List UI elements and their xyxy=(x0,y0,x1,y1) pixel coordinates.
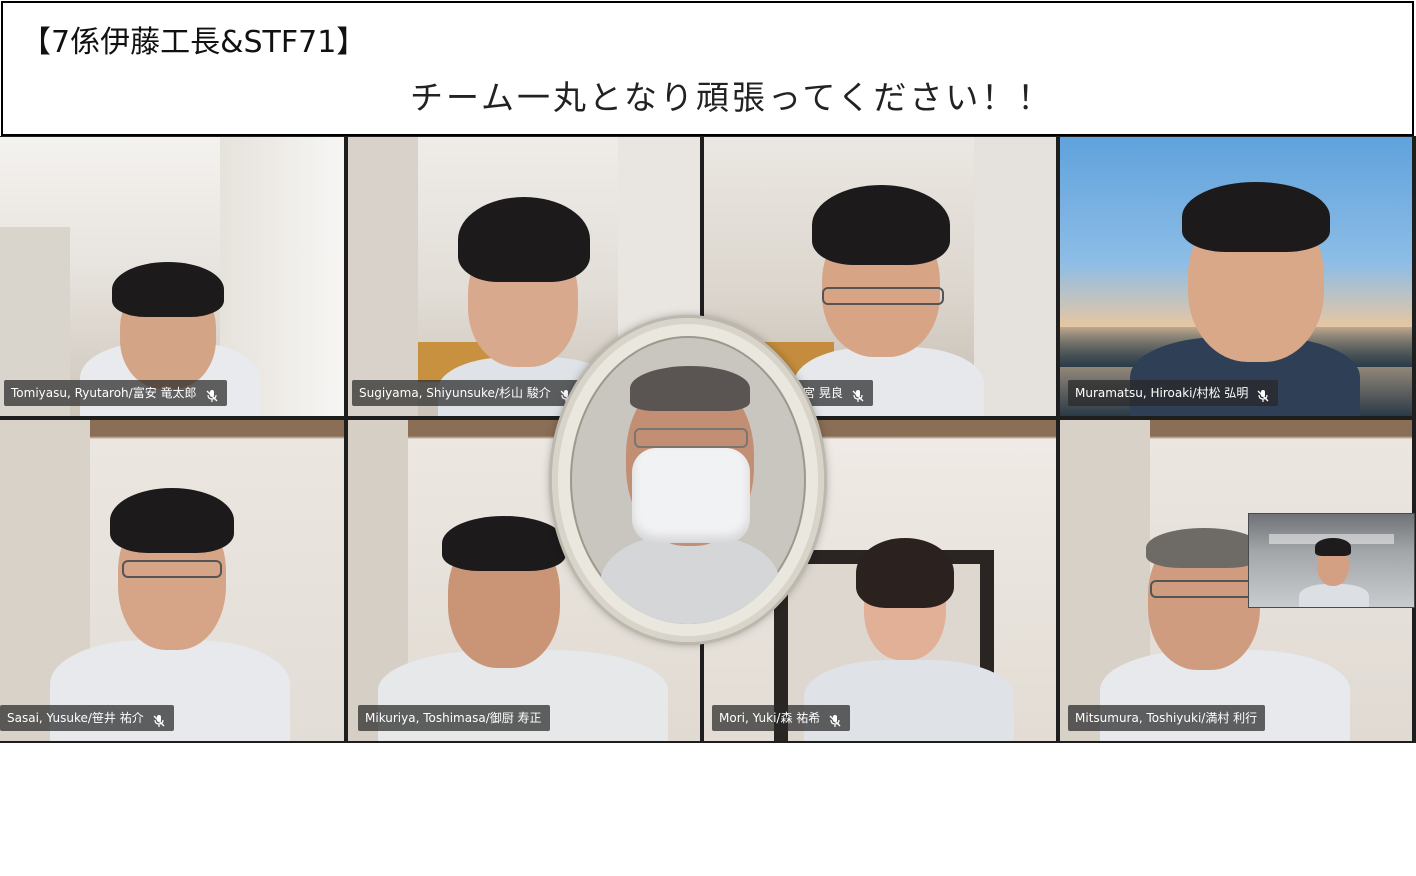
video-tile[interactable]: Muramatsu, Hiroaki/村松 弘明 xyxy=(1060,137,1412,416)
participant-body xyxy=(600,536,780,624)
participant-glasses xyxy=(122,560,222,578)
participant-glasses xyxy=(1150,580,1262,598)
header-message: チーム一丸となり頑張ってください！！ xyxy=(410,78,1054,117)
header-title: 【7係伊藤工長&STF71】 xyxy=(21,25,367,60)
participant-name-label: Mori, Yuki/森 祐希 xyxy=(712,705,851,731)
participant-name-label: Muramatsu, Hiroaki/村松 弘明 xyxy=(1068,380,1279,406)
participant-hair xyxy=(1182,182,1330,252)
participant-name: 宮 晃良 xyxy=(803,386,843,400)
participant-hair xyxy=(856,538,954,608)
participant-name: Mikuriya, Toshimasa/御厨 寿正 xyxy=(365,711,542,725)
participant-name: Tomiyasu, Ryutaroh/富安 竜太郎 xyxy=(11,386,197,400)
face-mask xyxy=(632,448,750,543)
microphone-muted-icon xyxy=(828,711,842,727)
microphone-muted-icon xyxy=(851,386,865,402)
participant-name-label: Sasai, Yusuke/笹井 祐介 xyxy=(0,705,174,731)
participant-hair xyxy=(1146,528,1262,568)
oval-photo-frame xyxy=(552,318,824,642)
video-tile[interactable]: Tomiyasu, Ryutaroh/富安 竜太郎 xyxy=(0,137,344,416)
participant-name-label: Tomiyasu, Ryutaroh/富安 竜太郎 xyxy=(4,380,227,406)
participant-hair xyxy=(442,516,566,571)
video-tile[interactable]: Sasai, Yusuke/笹井 祐介 xyxy=(0,420,344,741)
participant-name-label: Mikuriya, Toshimasa/御厨 寿正 xyxy=(358,705,550,731)
microphone-muted-icon xyxy=(152,711,166,727)
participant-name: Mitsumura, Toshiyuki/満村 利行 xyxy=(1075,711,1258,725)
oval-photo xyxy=(570,336,806,624)
participant-name-label: Sugiyama, Shiyunsuke/杉山 駿介 xyxy=(352,380,581,406)
participant-hair xyxy=(112,262,224,317)
microphone-muted-icon xyxy=(205,386,219,402)
participant-name: Sasai, Yusuke/笹井 祐介 xyxy=(7,711,144,725)
participant-glasses xyxy=(822,287,944,305)
participant-name: Sugiyama, Shiyunsuke/杉山 駿介 xyxy=(359,386,551,400)
header-banner: 【7係伊藤工長&STF71】 チーム一丸となり頑張ってください！！ xyxy=(1,1,1414,136)
participant-hair xyxy=(812,185,950,265)
microphone-muted-icon xyxy=(1256,386,1270,402)
participant-hair xyxy=(630,366,750,411)
self-view-video[interactable] xyxy=(1248,513,1415,608)
participant-name: Mori, Yuki/森 祐希 xyxy=(719,711,821,725)
participant-hair xyxy=(110,488,234,553)
participant-hair xyxy=(458,197,590,282)
meeting-screenshot: 【7係伊藤工長&STF71】 チーム一丸となり頑張ってください！！ Tomiya… xyxy=(0,0,1416,876)
participant-name-label: Mitsumura, Toshiyuki/満村 利行 xyxy=(1068,705,1266,731)
participant-body xyxy=(1299,584,1369,607)
participant-glasses xyxy=(634,428,748,448)
participant-hair xyxy=(1315,538,1351,556)
participant-name: Muramatsu, Hiroaki/村松 弘明 xyxy=(1075,386,1249,400)
